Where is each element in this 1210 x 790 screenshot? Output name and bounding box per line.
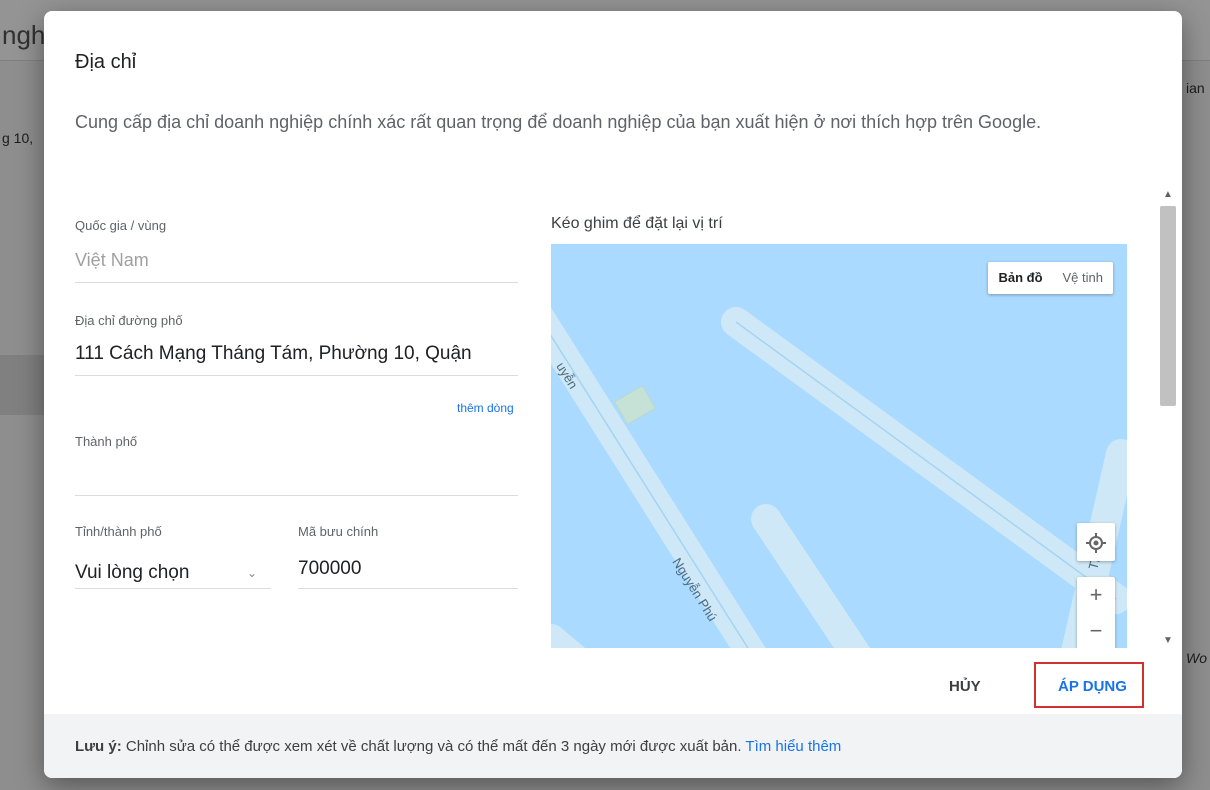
satellite-view-button[interactable]: Vệ tinh [1053, 262, 1113, 294]
locate-me-icon[interactable] [1077, 523, 1115, 561]
dialog-description: Cung cấp địa chỉ doanh nghiệp chính xác … [75, 112, 1042, 132]
learn-more-link[interactable]: Tìm hiểu thêm [745, 738, 841, 755]
map-road [751, 504, 871, 648]
postal-label: Mã bưu chính [298, 524, 379, 539]
map-caption: Kéo ghim để đặt lại vị trí [551, 215, 723, 232]
postal-code-input[interactable]: 700000 [298, 558, 508, 580]
zoom-in-button[interactable]: + [1077, 577, 1115, 613]
street-underline [75, 375, 518, 376]
scroll-thumb[interactable] [1160, 206, 1176, 406]
province-label: Tỉnh/thành phố [75, 524, 162, 539]
location-map[interactable]: uyễn Nguyễn Phú Tháng Bản đồ Vệ tinh + [551, 244, 1127, 648]
cancel-button[interactable]: HỦY [949, 678, 981, 695]
postal-underline [298, 588, 518, 589]
zoom-out-button[interactable]: − [1077, 613, 1115, 648]
province-select[interactable]: Vui lòng chọn [75, 562, 245, 584]
country-field: Việt Nam [75, 250, 149, 270]
note-label: Lưu ý: [75, 738, 122, 755]
scroll-down-icon[interactable]: ▼ [1158, 634, 1178, 648]
map-view-button[interactable]: Bản đồ [988, 262, 1052, 294]
map-type-toggle: Bản đồ Vệ tinh [988, 262, 1113, 294]
province-underline [75, 588, 271, 589]
scroll-up-icon[interactable]: ▲ [1158, 188, 1178, 202]
note-text: Chỉnh sửa có thể được xem xét về chất lư… [121, 738, 746, 755]
apply-button[interactable]: ÁP DỤNG [1058, 678, 1127, 695]
country-underline [75, 282, 518, 283]
street-label: Địa chỉ đường phố [75, 313, 183, 328]
map-road [551, 624, 586, 648]
dialog-footer: Lưu ý: Chỉnh sửa có thể được xem xét về … [44, 714, 1182, 778]
street-address-input[interactable]: 111 Cách Mạng Tháng Tám, Phường 10, Quận [75, 343, 518, 365]
zoom-controls: + − [1077, 577, 1115, 648]
dialog-title: Địa chỉ [75, 51, 137, 73]
chevron-down-icon[interactable]: ⌄ [247, 566, 257, 580]
dialog-scroll-area[interactable]: Quốc gia / vùng Việt Nam Địa chỉ đường p… [44, 188, 1182, 648]
map-roads [551, 307, 1127, 648]
add-line-link[interactable]: thêm dòng [457, 401, 514, 415]
city-underline [75, 495, 518, 496]
dialog-actions: HỦY ÁP DỤNG [44, 648, 1182, 714]
country-label: Quốc gia / vùng [75, 218, 167, 233]
footer-note: Lưu ý: Chỉnh sửa có thể được xem xét về … [75, 738, 841, 755]
address-dialog: Địa chỉ Cung cấp địa chỉ doanh nghiệp ch… [44, 11, 1182, 778]
city-input[interactable] [75, 460, 518, 484]
dialog-scrollbar[interactable]: ▲ ▼ [1158, 188, 1178, 648]
city-label: Thành phố [75, 434, 138, 449]
